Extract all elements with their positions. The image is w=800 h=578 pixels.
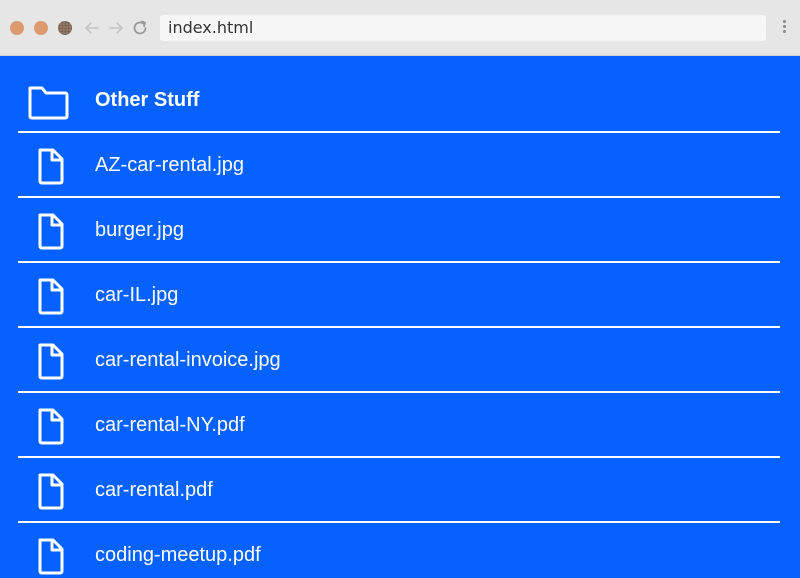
file-row[interactable]: car-rental-NY.pdf <box>18 393 780 458</box>
file-name: car-IL.jpg <box>95 283 179 306</box>
file-name: car-rental-NY.pdf <box>95 413 245 436</box>
window-close-button[interactable] <box>10 21 24 35</box>
file-name: burger.jpg <box>95 218 184 241</box>
file-name: AZ-car-rental.jpg <box>95 153 244 176</box>
window-minimize-button[interactable] <box>34 21 48 35</box>
file-row[interactable]: coding-meetup.pdf <box>18 523 780 578</box>
vertical-dots-menu-icon[interactable] <box>778 18 790 38</box>
address-text: index.html <box>168 18 254 37</box>
file-icon <box>38 278 64 315</box>
file-icon <box>38 343 64 380</box>
file-icon <box>38 538 64 575</box>
file-icon <box>38 148 64 185</box>
window-maximize-button[interactable] <box>58 21 72 35</box>
file-name: coding-meetup.pdf <box>95 543 261 566</box>
folder-name: Other Stuff <box>95 88 200 111</box>
address-bar[interactable]: index.html <box>160 15 766 41</box>
browser-toolbar: index.html <box>0 0 800 56</box>
folder-icon <box>28 86 69 120</box>
file-name: car-rental.pdf <box>95 478 213 501</box>
file-icon <box>38 473 64 510</box>
file-row[interactable]: car-rental-invoice.jpg <box>18 328 780 393</box>
browser-window: index.html Other Stuff AZ-car-rental.jpg <box>0 0 800 578</box>
file-row[interactable]: AZ-car-rental.jpg <box>18 133 780 198</box>
folder-row-other-stuff[interactable]: Other Stuff <box>18 68 780 133</box>
back-arrow-icon[interactable] <box>82 18 102 38</box>
file-list: Other Stuff AZ-car-rental.jpg burger.jpg… <box>18 68 780 578</box>
file-icon <box>38 213 64 250</box>
reload-icon[interactable] <box>130 18 150 38</box>
forward-arrow-icon[interactable] <box>106 18 126 38</box>
file-row[interactable]: car-IL.jpg <box>18 263 780 328</box>
file-icon <box>38 408 64 445</box>
file-row[interactable]: car-rental.pdf <box>18 458 780 523</box>
file-row[interactable]: burger.jpg <box>18 198 780 263</box>
file-name: car-rental-invoice.jpg <box>95 348 281 371</box>
